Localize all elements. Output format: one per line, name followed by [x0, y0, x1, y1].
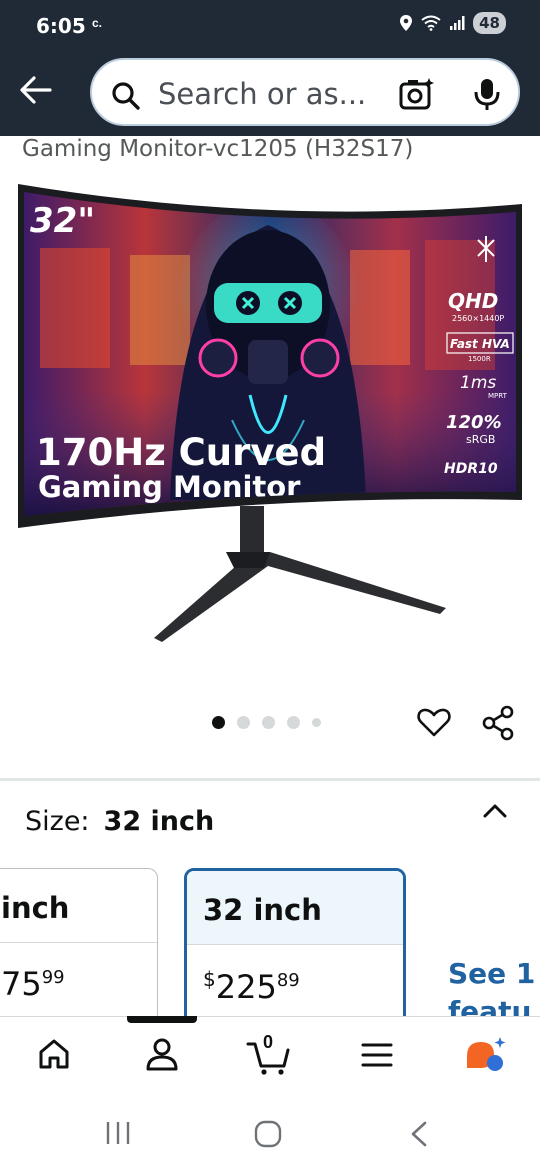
- product-image[interactable]: 32" 170Hz Curved Gaming Monitor QHD 2560…: [0, 170, 540, 670]
- spec-gamut: 120%: [446, 412, 502, 433]
- size-value: 32 inch: [103, 806, 215, 837]
- cart-count: 0: [262, 1032, 273, 1052]
- section-divider: [0, 778, 540, 781]
- spec-response-sub: MPRT: [488, 392, 508, 400]
- home-icon[interactable]: [36, 1036, 72, 1072]
- carousel-dot[interactable]: [237, 716, 250, 729]
- spec-curve: 1500R: [468, 355, 491, 363]
- size-label: Size:: [25, 806, 90, 837]
- carrier-icon: c.: [92, 16, 103, 30]
- home-button-icon[interactable]: [254, 1120, 282, 1148]
- system-back-icon[interactable]: [408, 1120, 430, 1148]
- wifi-icon: [421, 15, 441, 31]
- rufus-icon[interactable]: [462, 1036, 508, 1076]
- product-title: Gaming Monitor-vc1205 (H32S17): [22, 136, 414, 162]
- signal-icon: [450, 16, 465, 30]
- account-icon[interactable]: [144, 1036, 180, 1072]
- app-screen: 6:05 c. 48 Search or as... Gaming Monito…: [0, 0, 540, 1170]
- size-option-title: 32 inch: [187, 871, 403, 945]
- size-option-price: $22589: [187, 945, 403, 1006]
- back-arrow-icon[interactable]: [16, 72, 56, 108]
- size-option-card-selected[interactable]: 32 inch $22589: [184, 868, 406, 1028]
- carousel-dot[interactable]: [212, 716, 225, 729]
- carousel-dot[interactable]: [312, 718, 321, 727]
- price-fraction: 89: [276, 970, 300, 991]
- spec-panel: Fast HVA: [450, 337, 510, 351]
- camera-icon[interactable]: [398, 76, 436, 112]
- heart-icon[interactable]: [416, 704, 452, 740]
- price-fraction: 99: [41, 967, 65, 988]
- spec-hdr: HDR10: [444, 461, 498, 477]
- price-whole: 75: [1, 965, 42, 1003]
- spec-qhd: QHD: [448, 289, 498, 313]
- spec-resolution: 2560×1440P: [452, 314, 504, 323]
- menu-icon[interactable]: [360, 1040, 394, 1070]
- recent-apps-icon[interactable]: [104, 1120, 132, 1146]
- spec-gamut-sub: sRGB: [466, 433, 495, 446]
- carousel-dot[interactable]: [262, 716, 275, 729]
- spec-response: 1ms: [460, 373, 496, 393]
- size-selector-header[interactable]: Size: 32 inch: [25, 806, 214, 837]
- active-tab-indicator: [127, 1016, 197, 1023]
- chevron-up-icon[interactable]: [480, 797, 510, 825]
- status-bar: 6:05 c. 48: [0, 0, 540, 52]
- size-badge: 32": [30, 201, 95, 241]
- search-header: Search or as...: [0, 52, 540, 136]
- price-whole: 225: [215, 968, 277, 1006]
- carousel-dots[interactable]: [212, 716, 321, 729]
- cart-button[interactable]: 0: [246, 1032, 292, 1076]
- carousel-dot[interactable]: [287, 716, 300, 729]
- search-placeholder: Search or as...: [158, 77, 367, 111]
- size-option-title: inch: [0, 869, 157, 943]
- share-icon[interactable]: [480, 704, 516, 742]
- status-icons: 48: [399, 12, 506, 34]
- system-nav: [0, 1100, 540, 1170]
- price-symbol: $: [203, 967, 216, 991]
- search-input[interactable]: Search or as...: [90, 58, 520, 126]
- battery-icon: 48: [473, 12, 506, 34]
- status-time: 6:05: [36, 14, 86, 38]
- size-option-card[interactable]: inch 7599: [0, 868, 158, 1028]
- microphone-icon[interactable]: [472, 76, 502, 112]
- location-icon: [400, 15, 413, 31]
- size-option-price: 7599: [0, 943, 157, 1003]
- image-headline-1: 170Hz Curved: [36, 431, 326, 474]
- see-features-line-1: See 1: [448, 957, 536, 990]
- search-icon: [112, 82, 140, 110]
